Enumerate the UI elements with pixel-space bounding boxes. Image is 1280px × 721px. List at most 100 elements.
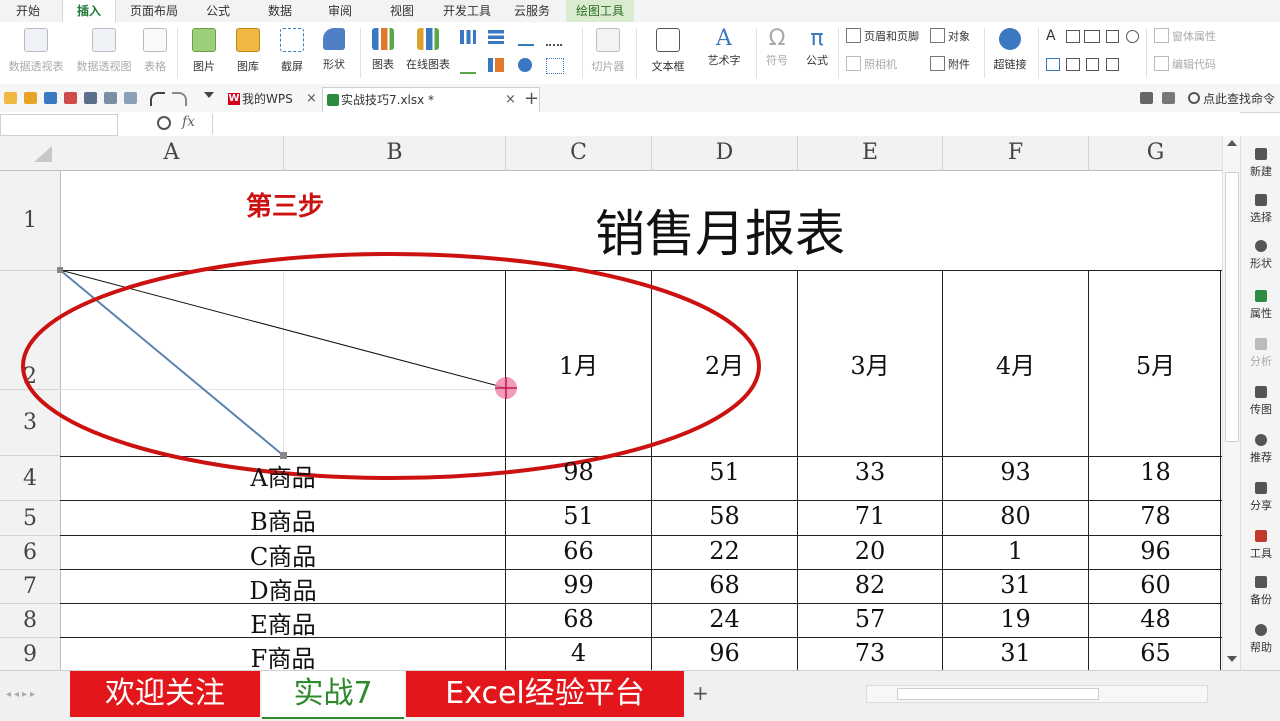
product-name-cell[interactable]: D商品 [60,571,506,606]
chart-button[interactable]: 图表 [366,28,400,72]
line-handle[interactable] [57,267,63,273]
close-icon[interactable]: × [505,88,516,112]
product-name-cell[interactable]: B商品 [60,502,506,537]
open-folder-icon[interactable] [24,92,37,104]
pivot-chart-button[interactable]: 数据透视图 [72,28,136,74]
product-name-cell[interactable]: F商品 [60,639,506,670]
value-cell[interactable]: 66 [506,537,651,565]
symbol-button[interactable]: Ω 符号 [760,26,794,68]
settings-icon[interactable] [1162,92,1175,104]
value-cell[interactable]: 1 [943,537,1088,565]
value-cell[interactable]: 68 [652,571,797,599]
value-cell[interactable]: 31 [943,639,1088,667]
value-cell[interactable]: 82 [798,571,942,599]
screenshot-button[interactable]: 截屏 [272,28,312,74]
panel-recommend-button[interactable]: 推荐 [1241,434,1280,465]
tab-formulas[interactable]: 公式 [192,0,244,22]
value-cell[interactable]: 20 [798,537,942,565]
scroll-up-icon[interactable] [1227,140,1237,146]
tab-insert[interactable]: 插入 [62,0,116,22]
value-cell[interactable]: 33 [798,458,942,486]
picture-button[interactable]: 图片 [184,28,224,74]
value-cell[interactable]: 19 [943,605,1088,633]
export-pdf-icon[interactable] [64,92,77,104]
form-properties-button[interactable]: 窗体属性 [1154,28,1216,44]
object-button[interactable]: 对象 [930,28,970,44]
tab-file[interactable]: 实战技巧7.xlsx * × [322,87,540,112]
pie-chart-icon[interactable] [518,58,532,72]
value-cell[interactable]: 99 [506,571,651,599]
value-cell[interactable]: 78 [1089,502,1222,530]
fx-icon[interactable]: fx [182,114,195,130]
redo-icon[interactable] [172,92,187,106]
value-cell[interactable]: 68 [506,605,651,633]
zoom-icon[interactable] [157,116,171,130]
print-preview-icon[interactable] [104,92,117,104]
value-cell[interactable]: 51 [652,458,797,486]
sheet-tab-platform[interactable]: Excel经验平台 [406,671,684,717]
tab-cloud[interactable]: 云服务 [506,0,558,22]
undo-icon[interactable] [150,92,165,106]
tab-my-wps[interactable]: W 我的WPS × [224,87,338,111]
new-icon[interactable] [4,92,17,104]
value-cell[interactable]: 71 [798,502,942,530]
print-icon[interactable] [84,92,97,104]
panel-select-button[interactable]: 选择 [1241,194,1280,225]
panel-new-button[interactable]: 新建 [1241,148,1280,179]
horizontal-scroll-thumb[interactable] [897,688,1099,700]
sheet-tab-welcome[interactable]: 欢迎关注 [70,671,260,717]
sheet-nav-arrows-icon[interactable]: ◂◂▸▸ [6,689,38,700]
scroll-down-icon[interactable] [1227,656,1237,662]
tab-review[interactable]: 审阅 [314,0,366,22]
slicer-button[interactable]: 切片器 [588,28,628,74]
tab-drawing-tools[interactable]: 绘图工具 [566,0,634,22]
combobox-control-icon[interactable] [1066,58,1080,71]
bar-chart-icon[interactable] [488,30,504,44]
tab-home[interactable]: 开始 [0,0,56,22]
tab-view[interactable]: 视图 [376,0,428,22]
stock-chart-icon[interactable] [488,58,504,72]
chevron-down-icon[interactable] [204,92,214,98]
value-cell[interactable]: 65 [1089,639,1222,667]
month-header[interactable]: 4月 [943,346,1088,381]
panel-analysis-button[interactable]: 分析 [1241,338,1280,369]
area-chart-icon[interactable] [460,58,476,74]
panel-tools-button[interactable]: 工具 [1241,530,1280,561]
skin-icon[interactable] [1140,92,1153,104]
month-header[interactable]: 3月 [798,346,942,381]
name-box[interactable] [0,114,118,136]
value-cell[interactable]: 60 [1089,571,1222,599]
attachment-button[interactable]: 附件 [930,56,970,72]
line-chart-icon[interactable] [518,30,534,46]
value-cell[interactable]: 31 [943,571,1088,599]
textbox-button[interactable]: 文本框 [642,28,694,74]
formula-input[interactable] [212,114,1239,134]
spinner-control-icon[interactable] [1086,58,1099,71]
scrollbar-control-icon[interactable] [1106,58,1119,71]
camera-button[interactable]: 照相机 [846,56,897,72]
value-cell[interactable]: 18 [1089,458,1222,486]
listbox-control-icon[interactable] [1046,58,1060,71]
radio-control-icon[interactable] [1126,30,1139,43]
shape-button[interactable]: 形状 [314,28,354,72]
close-icon[interactable]: × [306,87,317,111]
month-header[interactable]: 5月 [1089,346,1222,381]
spell-check-icon[interactable] [124,92,137,104]
value-cell[interactable]: 4 [506,639,651,667]
scroll-thumb[interactable] [1225,172,1239,442]
product-name-cell[interactable]: A商品 [60,458,506,493]
sheet-tab-active[interactable]: 实战7 [262,671,404,719]
tab-data[interactable]: 数据 [254,0,306,22]
month-header[interactable]: 2月 [652,346,797,381]
wordart-button[interactable]: A 艺术字 [698,26,750,68]
scatter-chart-icon[interactable] [546,58,564,74]
textbox-control-icon[interactable] [1066,30,1080,43]
online-chart-button[interactable]: 在线图表 [402,28,454,72]
gallery-button[interactable]: 图库 [228,28,268,74]
value-cell[interactable]: 98 [506,458,651,486]
tab-page-layout[interactable]: 页面布局 [122,0,186,22]
panel-upload-image-button[interactable]: 传图 [1241,386,1280,417]
hyperlink-button[interactable]: 超链接 [988,28,1032,72]
save-icon[interactable] [44,92,57,104]
panel-properties-button[interactable]: 属性 [1241,290,1280,321]
